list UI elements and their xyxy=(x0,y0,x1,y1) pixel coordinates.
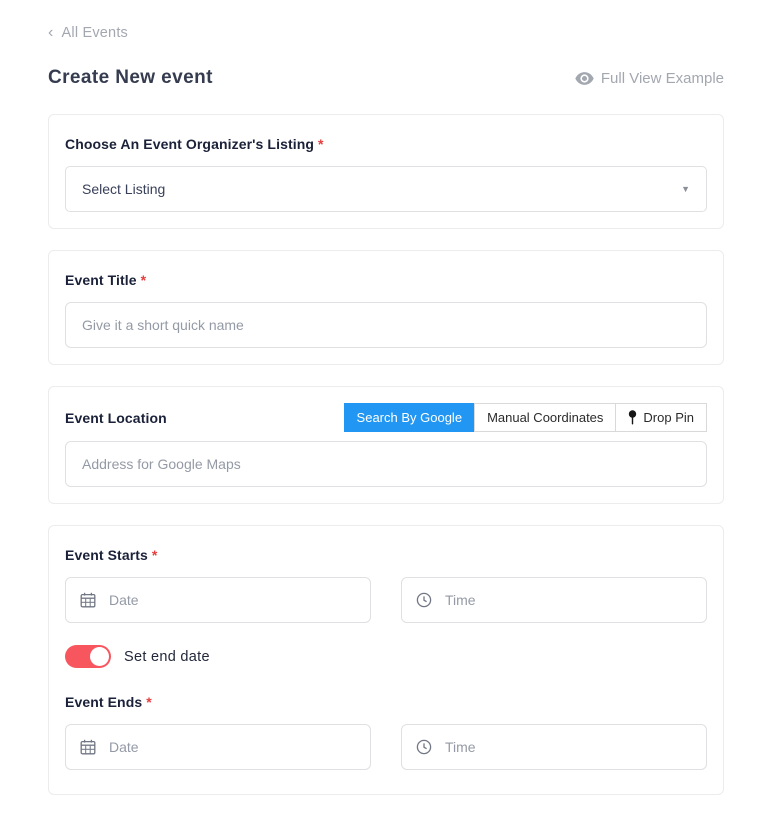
event-location-card: Event Location Search By Google Manual C… xyxy=(48,386,724,504)
pin-icon xyxy=(628,410,637,425)
listing-select-value: Select Listing xyxy=(82,181,165,197)
listing-select[interactable]: Select Listing ▼ xyxy=(65,166,707,212)
event-location-header: Event Location Search By Google Manual C… xyxy=(65,403,707,432)
set-end-date-row: Set end date xyxy=(65,645,707,668)
tab-search-by-google[interactable]: Search By Google xyxy=(344,403,476,432)
end-date-input[interactable] xyxy=(107,738,356,756)
tab-manual-coordinates[interactable]: Manual Coordinates xyxy=(474,403,616,432)
toggle-knob xyxy=(90,647,109,666)
required-asterisk: * xyxy=(152,547,158,563)
chevron-left-icon: ‹ xyxy=(48,25,54,41)
event-starts-row xyxy=(65,577,707,623)
tab-search-by-google-label: Search By Google xyxy=(357,409,463,426)
tab-drop-pin-label: Drop Pin xyxy=(643,409,694,426)
event-ends-label-text: Event Ends xyxy=(65,694,142,710)
tab-drop-pin[interactable]: Drop Pin xyxy=(615,403,707,432)
event-ends-row xyxy=(65,724,707,770)
required-asterisk: * xyxy=(146,694,152,710)
clock-icon xyxy=(416,592,432,608)
end-time-input[interactable] xyxy=(443,738,692,756)
calendar-icon xyxy=(80,592,96,608)
breadcrumb-label: All Events xyxy=(62,25,128,41)
event-title-label: Event Title* xyxy=(65,272,707,288)
create-event-page: ‹ All Events Create New event Full View … xyxy=(0,0,761,834)
page-header: Create New event Full View Example xyxy=(48,67,724,89)
event-schedule-card: Event Starts* Set end date Ev xyxy=(48,525,724,795)
required-asterisk: * xyxy=(141,272,147,288)
required-asterisk: * xyxy=(318,136,324,152)
organizer-listing-label-text: Choose An Event Organizer's Listing xyxy=(65,136,314,152)
address-input[interactable] xyxy=(65,441,707,487)
event-ends-label: Event Ends* xyxy=(65,694,707,710)
set-end-date-toggle[interactable] xyxy=(65,645,111,668)
location-mode-tabs: Search By Google Manual Coordinates Drop… xyxy=(345,403,707,432)
clock-icon xyxy=(416,739,432,755)
set-end-date-label: Set end date xyxy=(124,649,210,665)
page-title: Create New event xyxy=(48,67,213,89)
event-starts-label-text: Event Starts xyxy=(65,547,148,563)
tab-manual-coordinates-label: Manual Coordinates xyxy=(487,409,603,426)
event-title-card: Event Title* xyxy=(48,250,724,365)
end-date-field[interactable] xyxy=(65,724,371,770)
start-date-field[interactable] xyxy=(65,577,371,623)
eye-icon xyxy=(575,72,594,85)
full-view-label: Full View Example xyxy=(601,70,724,87)
event-title-label-text: Event Title xyxy=(65,272,137,288)
start-time-input[interactable] xyxy=(443,591,692,609)
start-date-input[interactable] xyxy=(107,591,356,609)
calendar-icon xyxy=(80,739,96,755)
organizer-listing-card: Choose An Event Organizer's Listing* Sel… xyxy=(48,114,724,229)
event-starts-label: Event Starts* xyxy=(65,547,707,563)
end-time-field[interactable] xyxy=(401,724,707,770)
organizer-listing-label: Choose An Event Organizer's Listing* xyxy=(65,136,707,152)
chevron-down-icon: ▼ xyxy=(681,184,690,194)
event-location-label: Event Location xyxy=(65,410,167,426)
breadcrumb-all-events[interactable]: ‹ All Events xyxy=(48,25,128,41)
full-view-example-link[interactable]: Full View Example xyxy=(575,70,724,87)
start-time-field[interactable] xyxy=(401,577,707,623)
event-title-input[interactable] xyxy=(65,302,707,348)
